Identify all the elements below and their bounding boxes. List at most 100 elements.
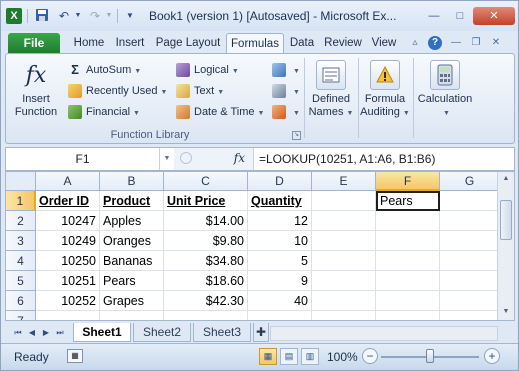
cell-empty[interactable] <box>312 211 376 231</box>
help-icon[interactable]: ? <box>428 36 442 50</box>
row-header-5[interactable]: 5 <box>6 271 36 291</box>
cell-empty[interactable] <box>440 211 500 231</box>
autosum-button[interactable]: Σ AutoSum ▼ <box>68 61 141 79</box>
next-sheet-icon[interactable]: ▶ <box>41 327 51 339</box>
sheet-tab-sheet2[interactable]: Sheet2 <box>133 323 191 342</box>
cell-c4[interactable]: $34.80 <box>164 251 248 271</box>
row-header-2[interactable]: 2 <box>6 211 36 231</box>
normal-view-icon[interactable]: ▦ <box>259 348 277 365</box>
page-layout-view-icon[interactable]: ▤ <box>280 348 298 365</box>
cell-empty[interactable] <box>36 311 100 320</box>
cell-empty[interactable] <box>376 251 440 271</box>
cell-empty[interactable] <box>440 291 500 311</box>
cell-c3[interactable]: $9.80 <box>164 231 248 251</box>
dialog-launcher-icon[interactable]: ↘ <box>292 131 301 140</box>
tab-file[interactable]: File <box>8 33 60 54</box>
sheet-tab-sheet1[interactable]: Sheet1 <box>73 323 131 342</box>
tab-home[interactable]: Home <box>71 33 107 54</box>
minimize-ribbon-icon[interactable]: ▵ <box>408 36 422 50</box>
last-sheet-icon[interactable]: ⏭ <box>55 327 65 339</box>
cell-empty[interactable] <box>440 231 500 251</box>
cell-empty[interactable] <box>312 251 376 271</box>
row-header-6[interactable]: 6 <box>6 291 36 311</box>
expand-icon[interactable] <box>180 152 192 164</box>
more-functions-button[interactable]: ▼ <box>272 103 300 121</box>
workbook-minimize-icon[interactable]: — <box>449 36 463 50</box>
tab-insert[interactable]: Insert <box>111 33 149 54</box>
cell-d3[interactable]: 10 <box>248 231 312 251</box>
logical-button[interactable]: Logical ▼ <box>176 61 239 79</box>
column-header-c[interactable]: C <box>164 172 248 191</box>
cell-empty[interactable] <box>376 311 440 320</box>
zoom-slider-thumb[interactable] <box>426 349 434 363</box>
column-header-f[interactable]: F <box>376 172 440 191</box>
cell-empty[interactable] <box>312 271 376 291</box>
cell-empty[interactable] <box>248 311 312 320</box>
defined-names-button[interactable]: Defined Names ▼ <box>306 60 356 120</box>
column-header-g[interactable]: G <box>440 172 500 191</box>
cell-b1[interactable]: Product <box>100 191 164 211</box>
cell-d5[interactable]: 9 <box>248 271 312 291</box>
cell-empty[interactable] <box>440 271 500 291</box>
first-sheet-icon[interactable]: ⏮ <box>13 327 23 339</box>
math-trig-button[interactable]: ▼ <box>272 82 300 100</box>
cell-a4[interactable]: 10250 <box>36 251 100 271</box>
column-header-d[interactable]: D <box>248 172 312 191</box>
cell-a1[interactable]: Order ID <box>36 191 100 211</box>
worksheet-grid[interactable]: A B C D E F G 1 2 3 4 5 6 7 Order ID Pro… <box>5 171 515 321</box>
tab-view[interactable]: View <box>369 33 399 54</box>
cell-d2[interactable]: 12 <box>248 211 312 231</box>
column-header-a[interactable]: A <box>36 172 100 191</box>
calculation-button[interactable]: Calculation ▼ <box>414 60 476 120</box>
name-box[interactable]: F1 <box>6 148 160 170</box>
cell-f1-active[interactable]: Pears <box>376 191 440 211</box>
text-button[interactable]: Text ▼ <box>176 82 224 100</box>
row-header-1[interactable]: 1 <box>6 191 36 211</box>
cell-c2[interactable]: $14.00 <box>164 211 248 231</box>
maximize-icon[interactable]: □ <box>447 7 473 25</box>
cell-a3[interactable]: 10249 <box>36 231 100 251</box>
tab-formulas[interactable]: Formulas <box>226 33 284 54</box>
cell-empty[interactable] <box>376 271 440 291</box>
financial-button[interactable]: Financial ▼ <box>68 103 140 121</box>
tab-review[interactable]: Review <box>321 33 365 54</box>
cell-b2[interactable]: Apples <box>100 211 164 231</box>
formula-input[interactable]: =LOOKUP(10251, A1:A6, B1:B6) <box>259 148 435 170</box>
undo-dropdown-icon[interactable]: ▼ <box>70 8 86 24</box>
sheet-tab-sheet3[interactable]: Sheet3 <box>193 323 251 342</box>
select-all-corner[interactable] <box>6 172 36 191</box>
scroll-down-icon[interactable]: ▼ <box>498 305 514 319</box>
cell-empty[interactable] <box>440 251 500 271</box>
row-header-4[interactable]: 4 <box>6 251 36 271</box>
cell-empty[interactable] <box>440 311 500 320</box>
cell-empty[interactable] <box>376 231 440 251</box>
excel-app-icon[interactable]: X <box>6 8 22 24</box>
cell-c6[interactable]: $42.30 <box>164 291 248 311</box>
save-icon[interactable] <box>34 8 50 24</box>
cell-d1[interactable]: Quantity <box>248 191 312 211</box>
cell-a5[interactable]: 10251 <box>36 271 100 291</box>
cell-empty[interactable] <box>312 291 376 311</box>
zoom-level[interactable]: 100% <box>327 350 358 364</box>
cell-empty[interactable] <box>312 311 376 320</box>
cell-g1[interactable] <box>440 191 500 211</box>
zoom-out-icon[interactable]: − <box>362 348 378 364</box>
tab-page-layout[interactable]: Page Layout <box>153 33 223 54</box>
prev-sheet-icon[interactable]: ◀ <box>27 327 37 339</box>
cell-b5[interactable]: Pears <box>100 271 164 291</box>
zoom-in-icon[interactable]: + <box>484 348 500 364</box>
insert-sheet-icon[interactable]: ✚ <box>253 323 269 342</box>
cell-b3[interactable]: Oranges <box>100 231 164 251</box>
recently-used-button[interactable]: Recently Used ▼ <box>68 82 167 100</box>
cell-empty[interactable] <box>164 311 248 320</box>
lookup-reference-button[interactable]: ▼ <box>272 61 300 79</box>
formula-auditing-button[interactable]: Formula Auditing ▼ <box>359 60 411 120</box>
row-header-3[interactable]: 3 <box>6 231 36 251</box>
date-time-button[interactable]: Date & Time ▼ <box>176 103 264 121</box>
cell-a6[interactable]: 10252 <box>36 291 100 311</box>
cell-c1[interactable]: Unit Price <box>164 191 248 211</box>
cell-b4[interactable]: Bananas <box>100 251 164 271</box>
vertical-scrollbar[interactable]: ▲ ▼ <box>497 172 514 320</box>
close-icon[interactable]: ✕ <box>473 7 515 25</box>
cell-empty[interactable] <box>376 211 440 231</box>
